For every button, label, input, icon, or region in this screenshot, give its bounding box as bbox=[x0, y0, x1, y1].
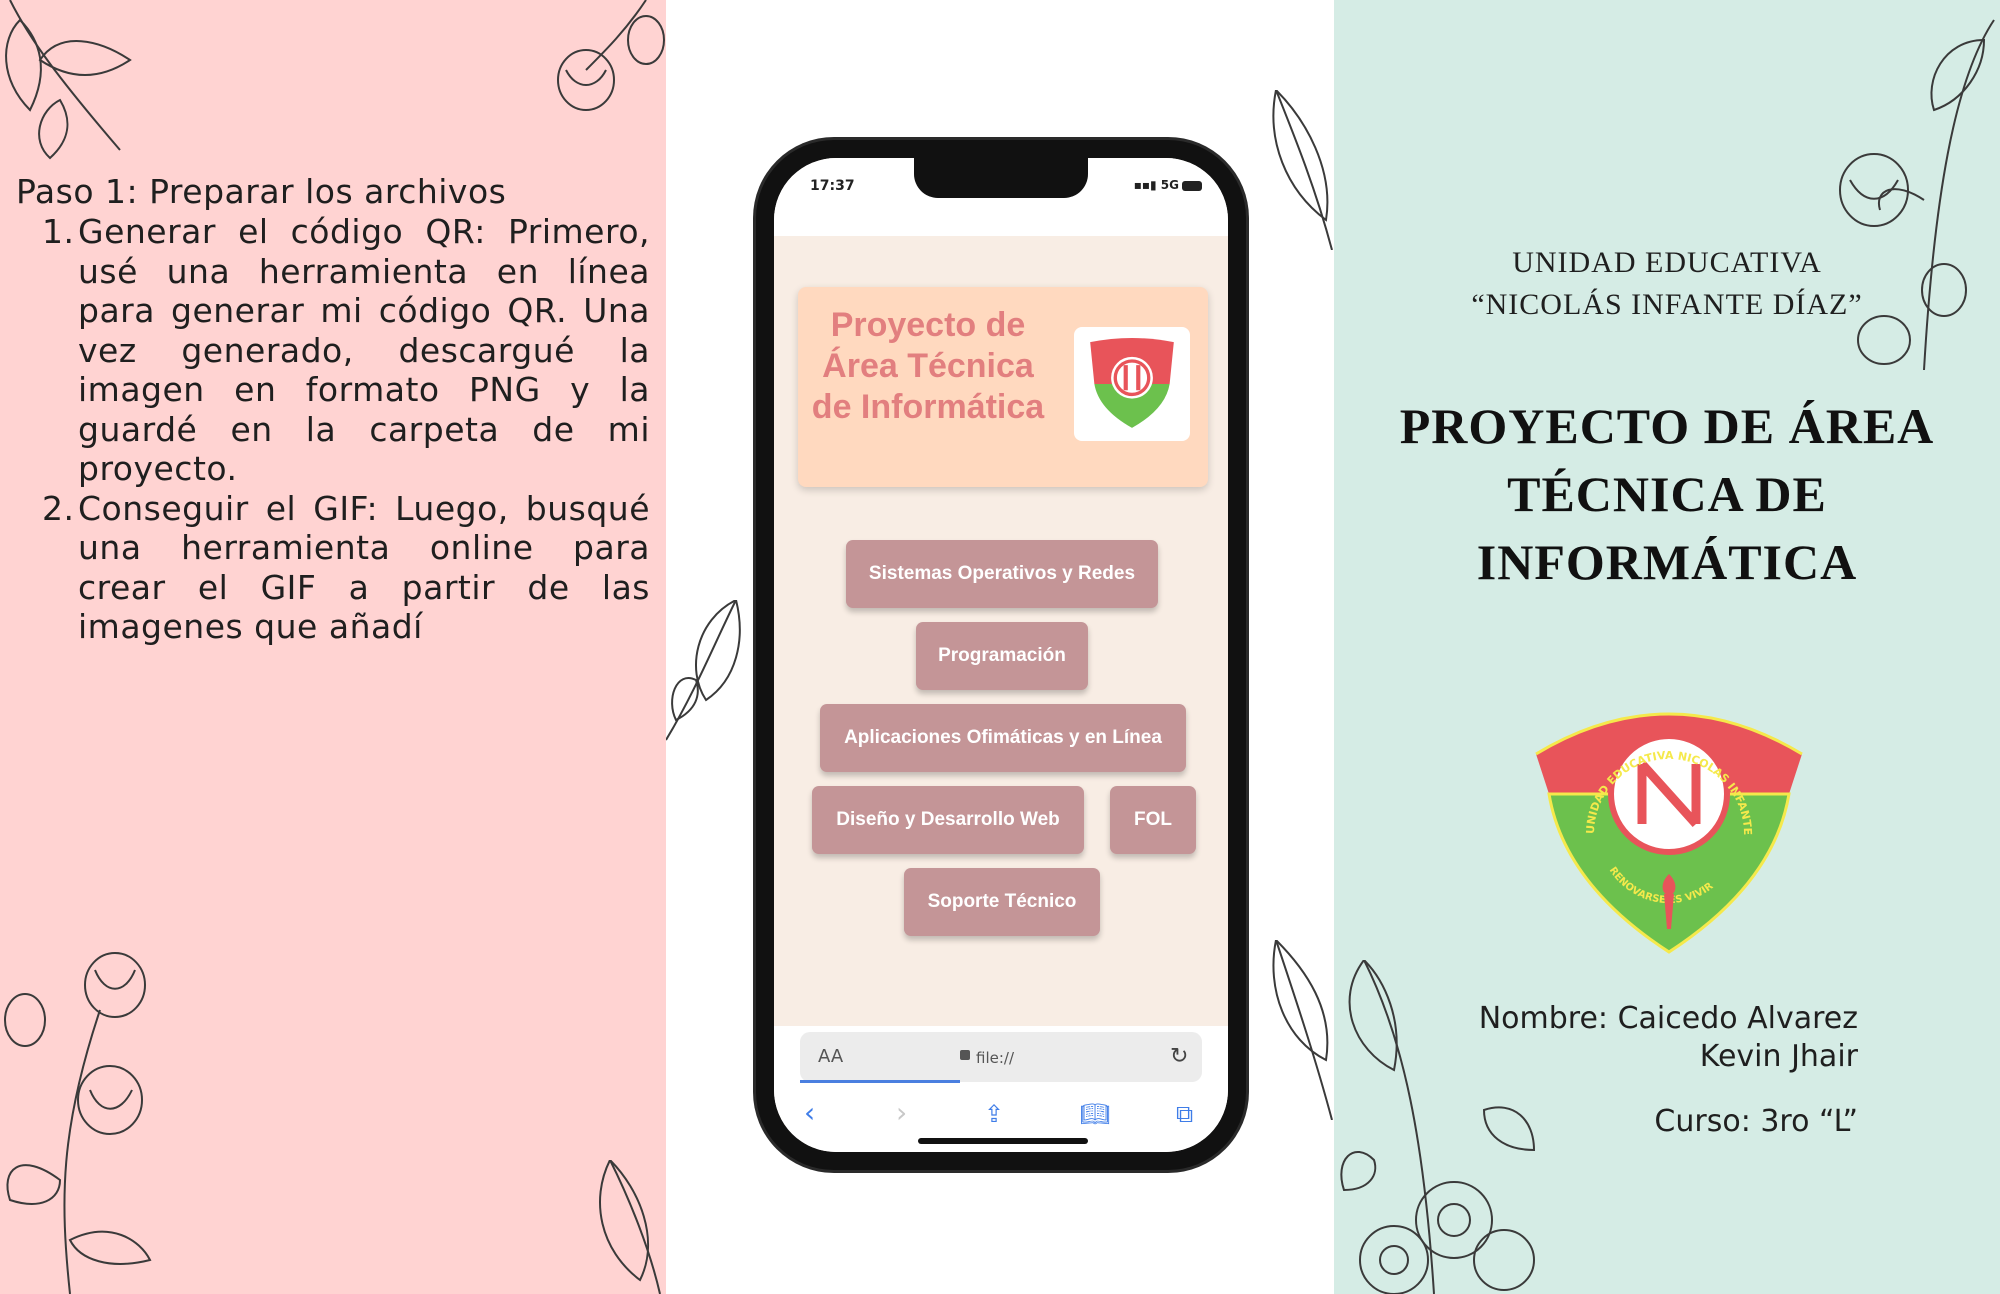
step-text: Generar el código QR: Primero, usé una h… bbox=[78, 212, 650, 488]
tabs-icon[interactable]: ⧉ bbox=[1176, 1100, 1193, 1128]
web-page: Proyecto de Área Técnica de Informática … bbox=[774, 236, 1228, 1108]
lock-icon bbox=[960, 1050, 970, 1060]
right-panel bbox=[1334, 0, 2000, 1294]
phone-notch bbox=[914, 158, 1088, 198]
signal-icon: ▪▪▮ bbox=[1133, 178, 1161, 192]
steps-list: 1. Generar el código QR: Primero, usé un… bbox=[16, 212, 650, 647]
flower-illustration-top-right bbox=[557, 0, 665, 111]
student-name-line-1: Nombre: Caicedo Alvarez bbox=[1478, 1001, 1858, 1036]
page-title: Proyecto de Área Técnica de Informática bbox=[811, 306, 1045, 426]
home-indicator bbox=[918, 1138, 1088, 1144]
menu-button-fol[interactable]: FOL bbox=[1110, 786, 1196, 854]
back-icon[interactable]: ‹ bbox=[804, 1096, 815, 1129]
project-title-line-2: TÉCNICA DE bbox=[1507, 466, 1827, 522]
status-bar: 17:37 ▪▪▮ 5G bbox=[774, 158, 1228, 236]
project-title-line-1: PROYECTO DE ÁREA bbox=[1399, 398, 1935, 454]
forward-icon[interactable]: › bbox=[896, 1096, 907, 1129]
url-bar[interactable]: AA file:// ↻ bbox=[800, 1032, 1202, 1082]
project-title: PROYECTO DE ÁREA TÉCNICA DE INFORMÁTICA bbox=[1334, 392, 2000, 596]
project-title-line-3: INFORMÁTICA bbox=[1476, 534, 1858, 590]
leaf-illustration-middle-right-top bbox=[1272, 90, 1333, 250]
left-panel: Paso 1: Preparar los archivos 1. Generar… bbox=[0, 0, 666, 1294]
school-name-line-1: UNIDAD EDUCATIVA bbox=[1512, 246, 1822, 279]
flower-illustration-top-left bbox=[5, 0, 132, 160]
browser-toolbar: AA file:// ↻ ‹ › ⇪ 📖︎ ⧉ bbox=[774, 1026, 1228, 1152]
step-number: 1. bbox=[42, 212, 75, 251]
step-title: Paso 1: Preparar los archivos bbox=[16, 172, 507, 211]
menu-button-soporte-tecnico[interactable]: Soporte Técnico bbox=[904, 868, 1100, 936]
bookmarks-icon[interactable]: 📖︎ bbox=[1080, 1100, 1110, 1128]
leaf-illustration-middle-left bbox=[666, 600, 741, 741]
course-label: Curso: 3ro “L” bbox=[1654, 1104, 1858, 1139]
list-item: 1. Generar el código QR: Primero, usé un… bbox=[16, 212, 650, 489]
step-number: 2. bbox=[42, 488, 75, 528]
reader-aa-button[interactable]: AA bbox=[818, 1046, 843, 1067]
share-icon[interactable]: ⇪ bbox=[984, 1100, 1004, 1128]
leaf-illustration-middle-right-bottom bbox=[1272, 940, 1333, 1120]
school-shield-logo: UNIDAD EDUCATIVA NICOLAS INFANTE DIAZ RE… bbox=[1524, 684, 1803, 954]
shield-logo-icon bbox=[1090, 338, 1174, 428]
menu-button-aplicaciones-ofimaticas[interactable]: Aplicaciones Ofimáticas y en Línea bbox=[820, 704, 1186, 772]
status-signal: ▪▪▮ 5G bbox=[1134, 178, 1202, 192]
status-time: 17:37 bbox=[810, 178, 855, 194]
student-name-line-2: Kevin Jhair bbox=[1699, 1039, 1858, 1074]
menu-button-diseno-web[interactable]: Diseño y Desarrollo Web bbox=[812, 786, 1084, 854]
list-item: 2. Conseguir el GIF: Luego, busqué una h… bbox=[16, 489, 650, 647]
phone-screen: 17:37 ▪▪▮ 5G Proyecto de Área Técnica de… bbox=[774, 158, 1228, 1152]
flower-illustration-bottom-left bbox=[4, 952, 152, 1294]
student-name: Nombre: Caicedo Alvarez Kevin Jhair bbox=[1334, 1000, 1858, 1076]
battery-icon bbox=[1182, 180, 1202, 191]
menu-button-programacion[interactable]: Programación bbox=[916, 622, 1088, 690]
school-name: UNIDAD EDUCATIVA “NICOLÁS INFANTE DÍAZ” bbox=[1334, 242, 2000, 326]
phone-mockup: 17:37 ▪▪▮ 5G Proyecto de Área Técnica de… bbox=[756, 140, 1246, 1170]
menu-button-sistemas-operativos[interactable]: Sistemas Operativos y Redes bbox=[846, 540, 1158, 608]
leaf-illustration-bottom-right bbox=[599, 1160, 661, 1294]
load-progress-bar bbox=[800, 1080, 960, 1083]
school-name-line-2: “NICOLÁS INFANTE DÍAZ” bbox=[1471, 288, 1863, 321]
step-text: Conseguir el GIF: Luego, busqué una herr… bbox=[78, 488, 650, 647]
page-header-card: Proyecto de Área Técnica de Informática bbox=[798, 287, 1208, 487]
network-label: 5G bbox=[1160, 178, 1179, 192]
school-logo-small bbox=[1074, 327, 1190, 441]
url-text[interactable]: file:// bbox=[976, 1049, 1014, 1067]
reload-icon[interactable]: ↻ bbox=[1170, 1044, 1188, 1069]
